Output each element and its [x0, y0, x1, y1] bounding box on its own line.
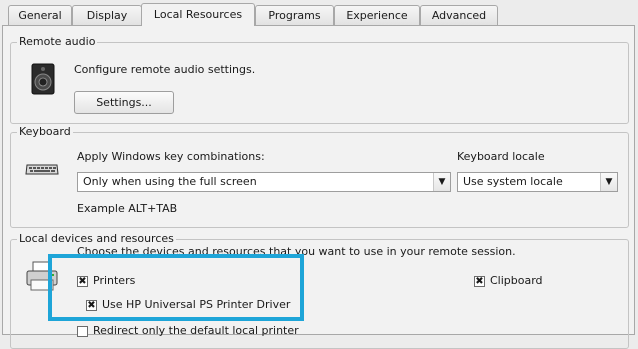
speaker-icon	[31, 63, 55, 95]
apply-windows-keys-select[interactable]: Only when using the full screen ▼	[77, 172, 451, 192]
keyboard-locale-select[interactable]: Use system locale ▼	[457, 172, 618, 192]
keyboard-group: Keyboard Apply Windows key combinations:…	[10, 125, 629, 228]
tab-label: Experience	[346, 9, 408, 22]
audio-settings-button[interactable]: Settings...	[74, 91, 174, 114]
remote-audio-group: Remote audio Configure remote audio sett…	[10, 35, 629, 124]
hp-driver-checkbox[interactable]: ✖	[86, 300, 97, 311]
printers-label: Printers	[93, 274, 136, 287]
tab-display[interactable]: Display	[72, 5, 142, 25]
keyboard-title: Keyboard	[17, 125, 73, 139]
tab-label: Local Resources	[153, 8, 243, 21]
apply-windows-keys-value: Only when using the full screen	[83, 175, 257, 188]
keyboard-locale-value: Use system locale	[463, 175, 563, 188]
hp-driver-label: Use HP Universal PS Printer Driver	[102, 298, 291, 311]
printer-icon	[25, 258, 59, 294]
local-devices-description: Choose the devices and resources that yo…	[77, 245, 516, 258]
apply-windows-keys-label: Apply Windows key combinations:	[77, 150, 265, 163]
tab-experience[interactable]: Experience	[334, 5, 420, 25]
clipboard-label: Clipboard	[490, 274, 543, 287]
clipboard-checkbox[interactable]: ✖	[474, 276, 485, 287]
chevron-down-icon[interactable]: ▼	[600, 173, 617, 191]
tab-label: Programs	[268, 9, 321, 22]
tab-label: General	[18, 9, 62, 22]
tab-general[interactable]: General	[8, 5, 72, 25]
tab-local-resources[interactable]: Local Resources	[141, 3, 255, 26]
default-printer-label: Redirect only the default local printer	[93, 324, 299, 337]
keyboard-locale-label: Keyboard locale	[457, 150, 545, 163]
local-devices-title: Local devices and resources	[17, 232, 176, 246]
keyboard-icon	[25, 159, 59, 179]
keyboard-example: Example ALT+TAB	[77, 202, 178, 215]
tab-programs[interactable]: Programs	[255, 5, 334, 25]
tab-label: Display	[86, 9, 128, 22]
local-resources-panel: Remote audio Configure remote audio sett…	[2, 25, 635, 349]
remote-audio-description: Configure remote audio settings.	[74, 63, 256, 76]
tab-label: Advanced	[431, 9, 487, 22]
printers-checkbox[interactable]: ✖	[77, 276, 88, 287]
remote-audio-title: Remote audio	[17, 35, 98, 49]
local-devices-group: Local devices and resources Choose the d…	[10, 232, 629, 349]
default-printer-checkbox[interactable]	[77, 326, 88, 337]
chevron-down-icon[interactable]: ▼	[433, 173, 450, 191]
tab-advanced[interactable]: Advanced	[420, 5, 498, 25]
